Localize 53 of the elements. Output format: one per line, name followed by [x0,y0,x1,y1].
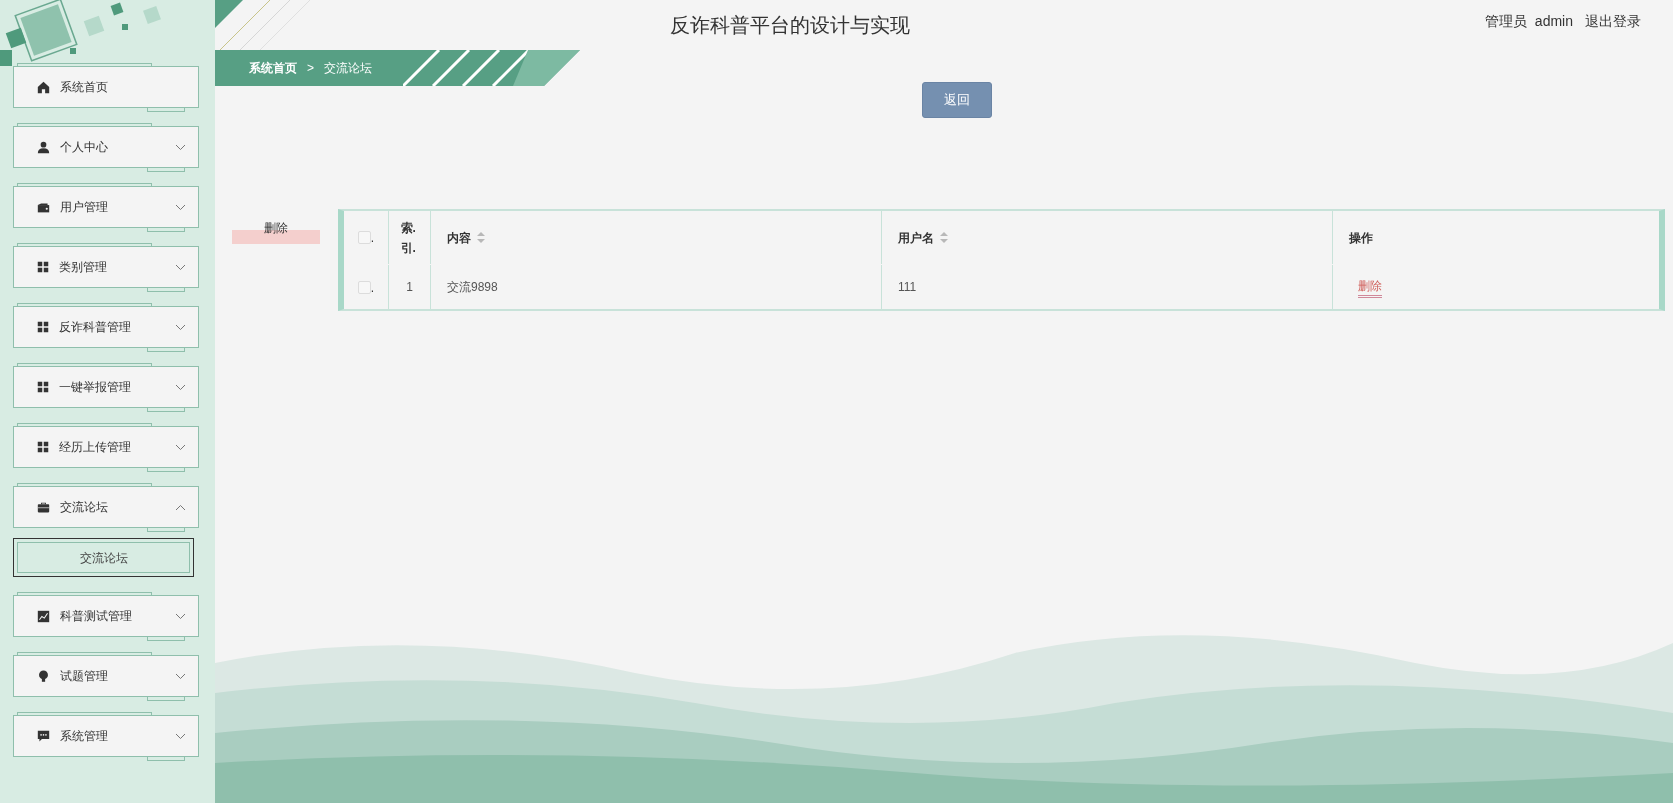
logout-link[interactable]: 退出登录 [1585,11,1641,32]
chevron-down-icon [175,203,186,211]
chevron-down-icon [175,263,186,271]
chevron-down-icon [175,612,186,620]
chevron-down-icon [175,732,186,740]
user-name: admin [1534,12,1573,31]
column-header: 用户名 [898,229,934,247]
home-icon [37,80,50,94]
wallet-icon [37,200,50,214]
sidebar-item[interactable]: 科普测试管理 [13,595,199,637]
page-title: 反诈科普平台的设计与实现 [670,13,910,38]
column-header: 索.引. [400,219,417,257]
chevron-down-icon [175,143,186,151]
chart-icon [37,609,50,623]
sidebar-item[interactable]: 经历上传管理 [13,426,199,468]
sidebar-item[interactable]: 交流论坛 [13,486,199,528]
sort-icon[interactable] [940,232,948,243]
user-role: 管理员 [1484,12,1527,31]
column-header: 操作 [1349,229,1373,247]
table-row[interactable]: . 1 交流9898 111 删除 [344,265,1659,309]
grid-icon [37,261,49,273]
checkbox[interactable] [357,280,371,294]
lightbulb-icon [37,669,50,683]
column-header: 内容 [447,229,471,247]
delete-link[interactable]: 删除 [1358,276,1382,298]
chevron-down-icon [175,443,186,451]
table-cell-text: 111 [898,279,917,296]
checkbox-mark: . [370,232,375,244]
sidebar-item[interactable]: 系统首页 [13,66,199,108]
table-cell-text: 1 [406,279,413,296]
briefcase-icon [37,500,50,514]
checkbox[interactable] [357,231,371,244]
breadcrumb-separator: > [307,60,314,77]
sidebar-item[interactable]: 反诈科普管理 [13,306,199,348]
sidebar-item[interactable]: 试题管理 [13,655,199,697]
person-icon [37,140,50,154]
sidebar-item[interactable]: 个人中心 [13,126,199,168]
sidebar-item[interactable]: 一键举报管理 [13,366,199,408]
chevron-up-icon [175,503,186,511]
sidebar-item[interactable]: 用户管理 [13,186,199,228]
submenu-item[interactable]: 交流论坛 [13,538,194,577]
chat-icon [37,729,50,743]
chevron-down-icon [175,383,186,391]
grid-icon [37,441,49,453]
table-cell-text: 交流9898 [447,279,498,296]
chevron-down-icon [175,323,186,331]
checkbox-mark: . [370,281,375,294]
sort-icon[interactable] [477,232,485,243]
grid-icon [37,381,49,393]
grid-icon [37,321,49,333]
sidebar-item[interactable]: 系统管理 [13,715,199,757]
sidebar-item[interactable]: 类别管理 [13,246,199,288]
chevron-down-icon [175,672,186,680]
